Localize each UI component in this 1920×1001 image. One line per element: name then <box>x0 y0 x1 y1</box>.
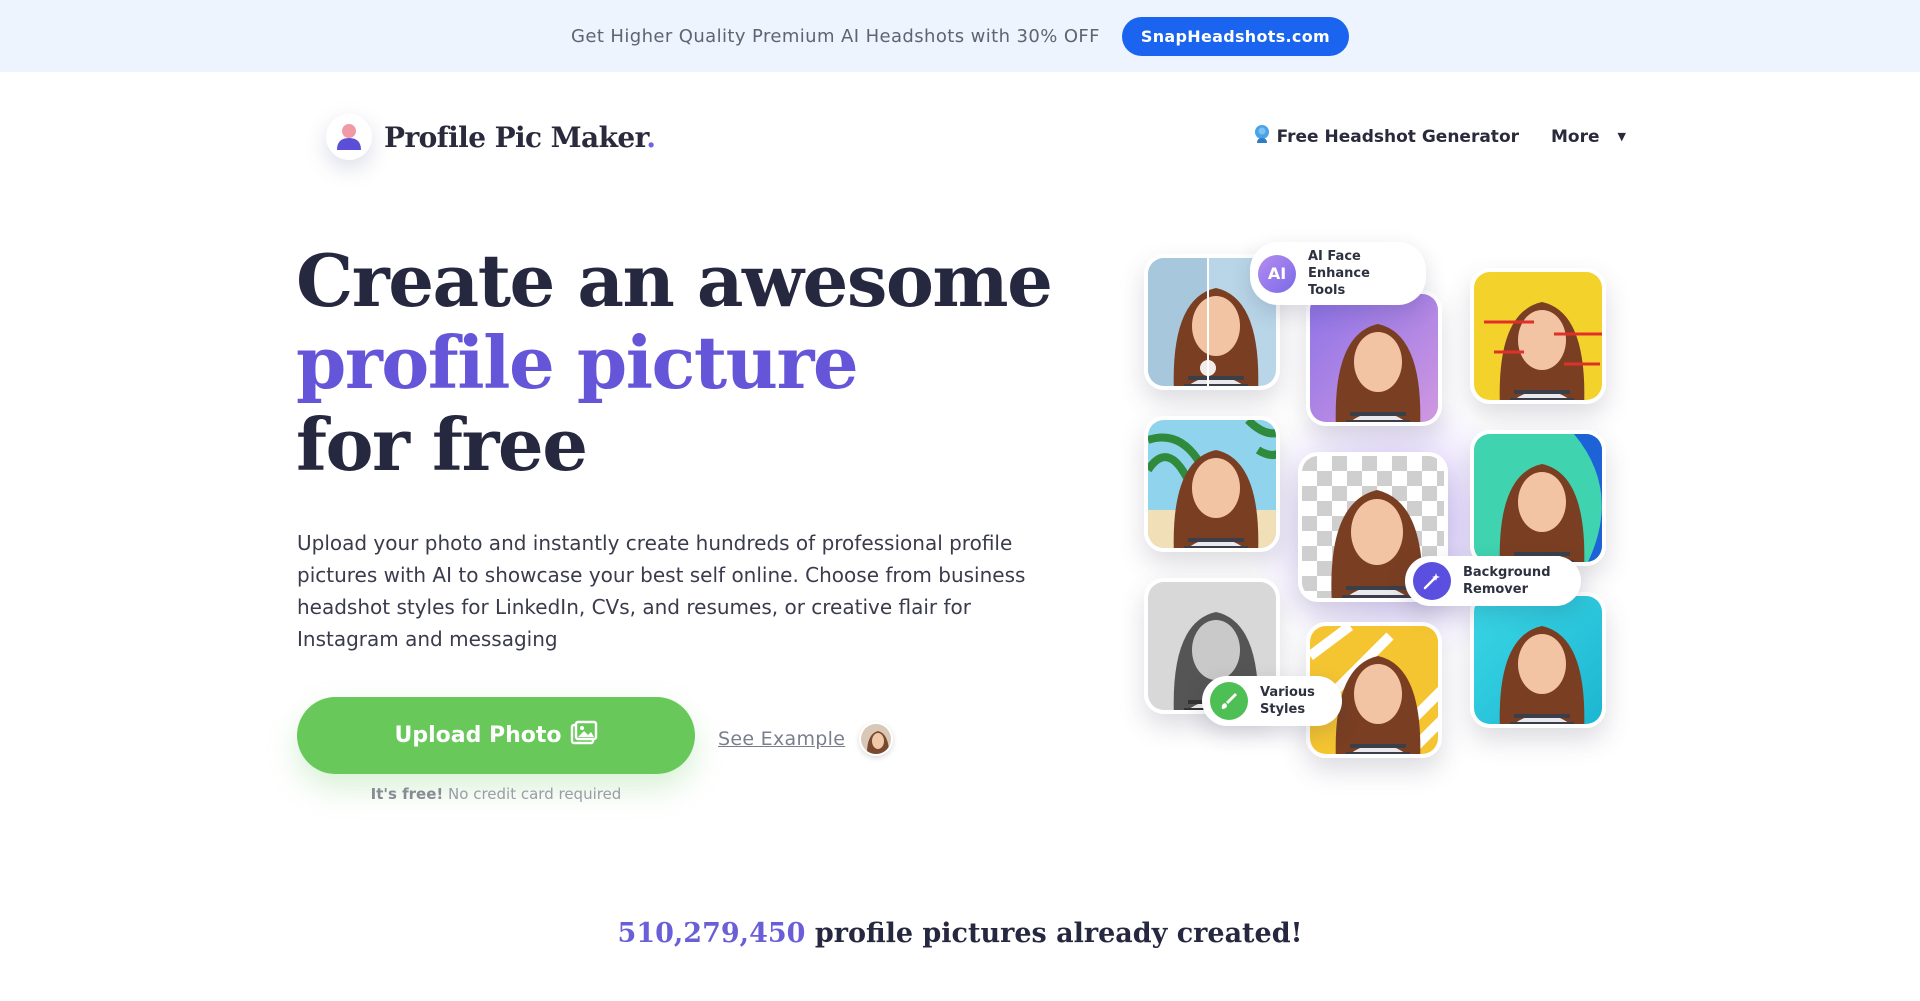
badge-bg-text: Background Remover <box>1463 565 1551 597</box>
badge-various-styles: Various Styles <box>1202 676 1342 726</box>
creation-counter: 510,279,450 profile pictures already cre… <box>0 918 1920 949</box>
free-note: It's free! No credit card required <box>297 785 695 803</box>
portrait-tile-teal <box>1470 430 1606 566</box>
ai-icon: AI <box>1258 254 1296 293</box>
see-example: See Example <box>718 722 894 756</box>
badge-background-remover: Background Remover <box>1405 556 1581 606</box>
feature-collage: AI AI Face Enhance Tools Background Remove… <box>1120 230 1640 790</box>
magic-wand-icon <box>1413 562 1451 600</box>
caret-down-icon: ▼ <box>1617 130 1626 143</box>
nav-free-headshot-generator[interactable]: Free Headshot Generator <box>1253 124 1519 149</box>
free-note-rest: No credit card required <box>448 785 622 803</box>
badge-styles-text: Various Styles <box>1260 685 1315 717</box>
free-note-bold: It's free! <box>370 785 444 803</box>
see-example-link[interactable]: See Example <box>718 728 845 750</box>
snapheadshots-button[interactable]: SnapHeadshots.com <box>1121 16 1349 56</box>
nav-more-dropdown[interactable]: More ▼ <box>1551 127 1626 147</box>
portrait-tile-beach <box>1144 416 1280 552</box>
upload-photo-label: Upload Photo <box>394 723 562 748</box>
user-avatar-icon <box>326 114 372 160</box>
promo-bar: Get Higher Quality Premium AI Headshots … <box>0 0 1920 72</box>
hero-description: Upload your photo and instantly create h… <box>297 531 1026 651</box>
upload-photo-button[interactable]: Upload Photo <box>297 697 695 774</box>
brand-logo[interactable]: Profile Pic Maker. <box>326 114 656 160</box>
badge-ai-face-enhance: AI AI Face Enhance Tools <box>1250 242 1426 305</box>
brush-icon <box>1210 682 1248 720</box>
portrait-tile-glitch <box>1470 268 1606 404</box>
nav-headshot-label: Free Headshot Generator <box>1276 126 1520 147</box>
hero-title-line3: for free <box>296 402 588 487</box>
counter-suffix: profile pictures already created! <box>814 918 1303 949</box>
brand-name: Profile Pic Maker. <box>384 120 656 154</box>
headshot-icon <box>1253 124 1271 149</box>
hero-title-line2: profile picture <box>296 320 859 405</box>
promo-text: Get Higher Quality Premium AI Headshots … <box>571 25 1100 47</box>
portrait-tile-purple <box>1306 290 1442 426</box>
nav-more-label: More <box>1551 126 1600 147</box>
badge-ai-text: AI Face Enhance Tools <box>1308 249 1370 298</box>
counter-number: 510,279,450 <box>617 918 806 949</box>
photo-icon <box>570 720 598 752</box>
portrait-tile-cyan <box>1470 592 1606 728</box>
top-nav: Free Headshot Generator More ▼ <box>1253 124 1626 149</box>
example-avatar[interactable] <box>859 722 894 756</box>
hero-title: Create an awesome profile picture for fr… <box>296 238 1053 487</box>
hero-title-line1: Create an awesome <box>296 238 1053 323</box>
